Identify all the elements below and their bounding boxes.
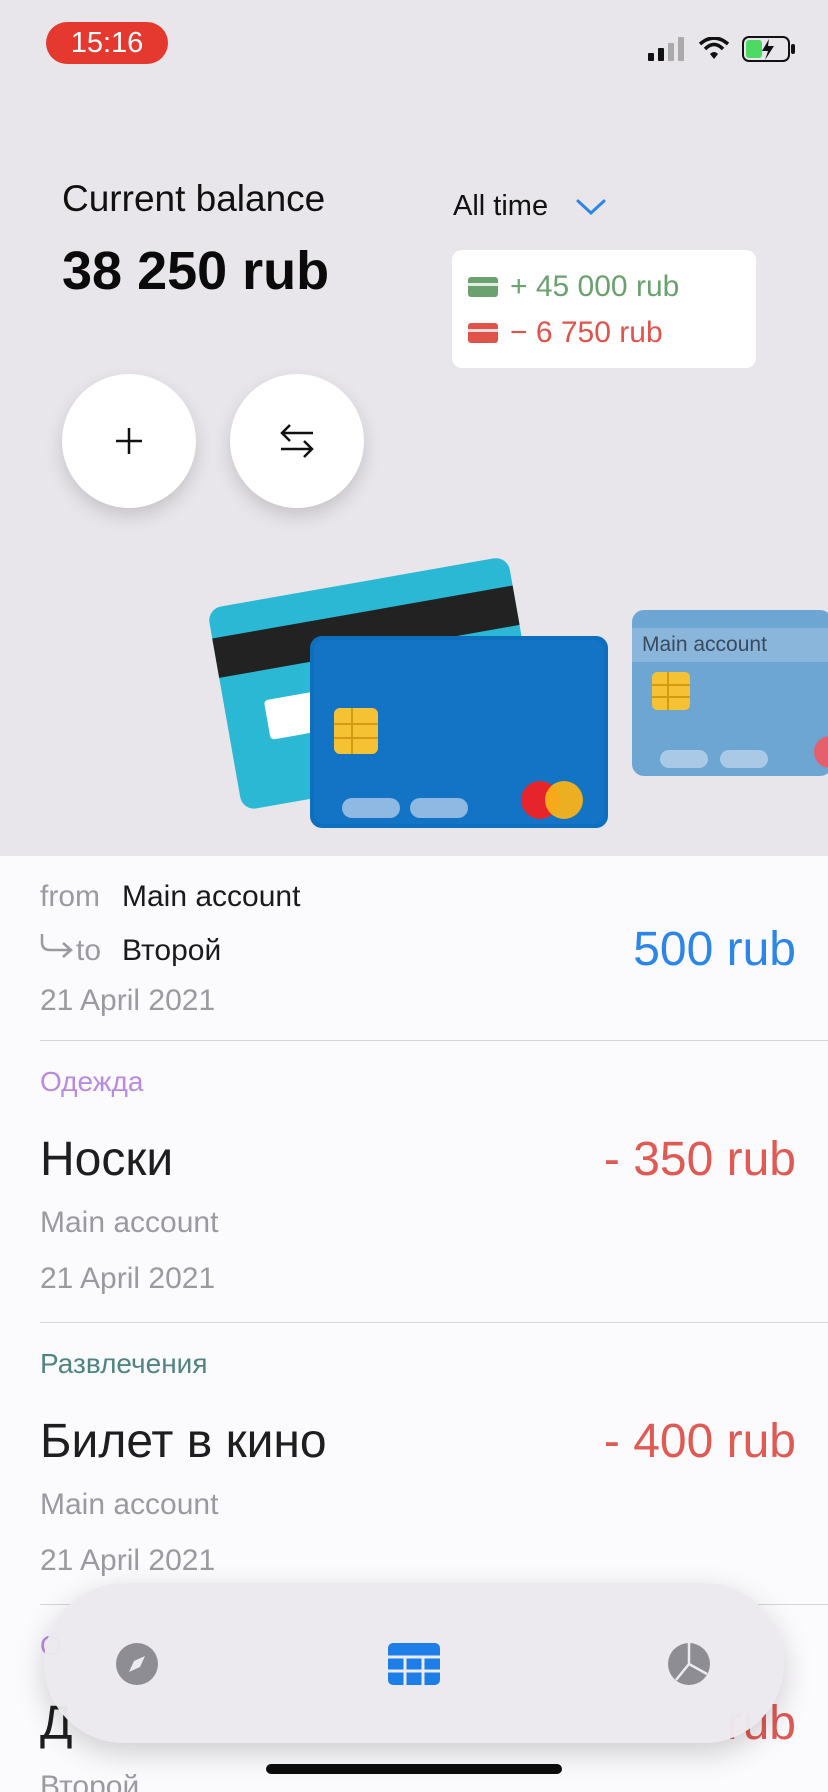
- tab-bar: [44, 1583, 784, 1743]
- period-selector[interactable]: All time: [453, 190, 606, 223]
- compass-icon[interactable]: [114, 1641, 160, 1687]
- transfer-amount: 500 rub: [633, 923, 796, 976]
- cards-illustration[interactable]: [0, 540, 828, 840]
- transaction-account: Второй: [40, 1770, 140, 1792]
- battery-charging-icon: [742, 36, 795, 62]
- balance-label: Current balance: [62, 178, 326, 219]
- transaction-date: 21 April 2021: [40, 1262, 216, 1295]
- pie-chart-icon[interactable]: [666, 1641, 712, 1687]
- income-row: + 45 000 rub: [468, 264, 740, 310]
- transaction-account: Main account: [40, 1488, 219, 1521]
- to-label: to: [76, 934, 102, 967]
- wifi-icon: [698, 37, 730, 59]
- transaction-amount: - 400 rub: [603, 1415, 796, 1468]
- transaction-title: Носки: [40, 1133, 174, 1186]
- transaction-row[interactable]: Одежда Носки - 350 rub Main account 21 A…: [40, 1062, 796, 1302]
- blue-card: [310, 636, 608, 828]
- divider: [40, 1322, 828, 1323]
- transfer-button[interactable]: [230, 374, 364, 508]
- chevron-down-icon: [576, 199, 606, 215]
- status-icons: [648, 34, 796, 64]
- add-transaction-button[interactable]: [62, 374, 196, 508]
- home-indicator: [266, 1764, 562, 1774]
- transfer-arrows-icon: [280, 424, 314, 458]
- category-label: Развлечения: [40, 1348, 208, 1379]
- transaction-date: 21 April 2021: [40, 1544, 216, 1577]
- status-time: 15:16: [46, 22, 168, 64]
- transfer-date: 21 April 2021: [40, 984, 216, 1017]
- card-income-icon: [468, 277, 498, 297]
- to-account: Второй: [122, 934, 222, 967]
- expense-value: − 6 750 rub: [510, 316, 663, 349]
- transaction-account: Main account: [40, 1206, 219, 1239]
- turn-arrow-icon: [40, 934, 73, 958]
- period-summary: + 45 000 rub − 6 750 rub: [452, 250, 756, 368]
- plus-icon: [116, 428, 142, 454]
- from-account: Main account: [122, 880, 301, 913]
- period-label: All time: [453, 190, 549, 222]
- grid-icon[interactable]: [388, 1643, 440, 1685]
- transfer-row[interactable]: from Main account to Второй 500 rub 21 A…: [40, 870, 796, 1030]
- card-expense-icon: [468, 323, 498, 343]
- divider: [40, 1040, 828, 1041]
- income-value: + 45 000 rub: [510, 270, 680, 303]
- expense-row: − 6 750 rub: [468, 310, 740, 356]
- balance-value: 38 250 rub: [62, 241, 330, 301]
- transaction-row[interactable]: Развлечения Билет в кино - 400 rub Main …: [40, 1344, 796, 1584]
- transaction-amount: - 350 rub: [603, 1133, 796, 1186]
- account-card-label: Main account: [642, 633, 767, 656]
- transaction-title: Билет в кино: [40, 1415, 327, 1468]
- signal-icon: [648, 37, 684, 61]
- header-area: 15:16 Current balance 38 250 rub All tim…: [0, 0, 828, 856]
- category-label: Одежда: [40, 1066, 144, 1097]
- from-label: from: [40, 880, 100, 913]
